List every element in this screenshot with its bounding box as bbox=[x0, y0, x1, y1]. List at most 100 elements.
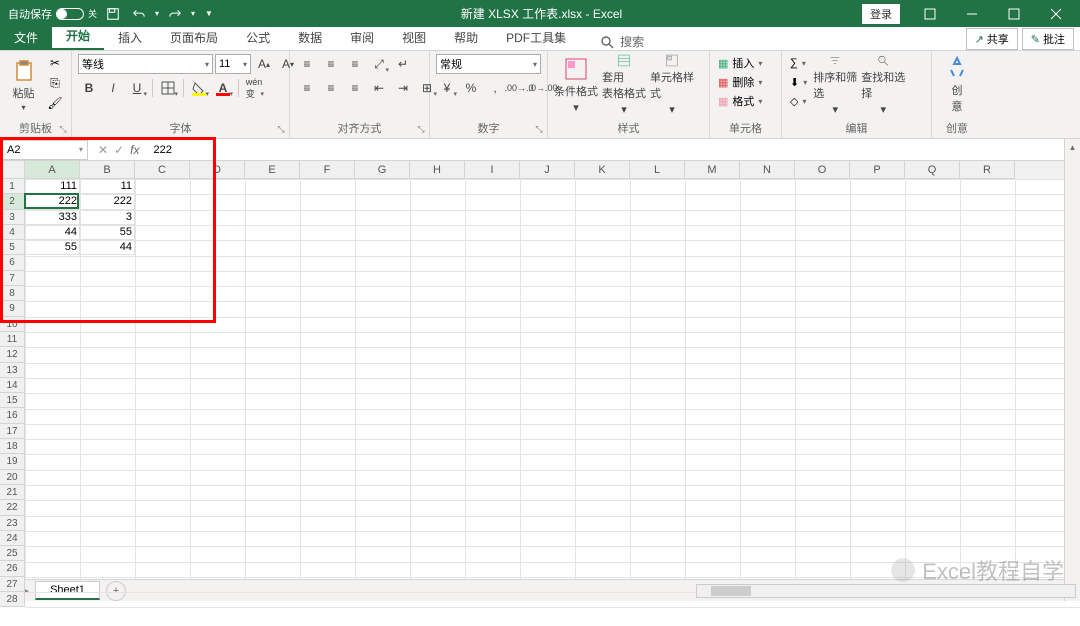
row-header[interactable]: 20 bbox=[0, 470, 25, 485]
delete-cells-button[interactable]: ▦删除▾ bbox=[716, 73, 764, 91]
find-select-button[interactable]: 查找和选择▾ bbox=[861, 54, 905, 116]
row-header[interactable]: 21 bbox=[0, 485, 25, 500]
cut-icon[interactable]: ✂ bbox=[45, 54, 65, 72]
column-header[interactable]: F bbox=[300, 161, 355, 179]
copy-icon[interactable]: ⎘ bbox=[45, 74, 65, 92]
row-header[interactable]: 23 bbox=[0, 516, 25, 531]
autosave-toggle[interactable]: 自动保存 关 bbox=[8, 6, 97, 22]
undo-icon[interactable] bbox=[129, 4, 149, 24]
column-header[interactable]: M bbox=[685, 161, 740, 179]
format-table-button[interactable]: 套用 表格格式▾ bbox=[602, 54, 646, 116]
cell[interactable]: 55 bbox=[25, 240, 80, 255]
tab-review[interactable]: 审阅 bbox=[336, 25, 388, 50]
column-header[interactable]: C bbox=[135, 161, 190, 179]
row-header[interactable]: 14 bbox=[0, 378, 25, 393]
cell-styles-button[interactable]: 单元格样式▾ bbox=[650, 54, 694, 116]
fill-color-icon[interactable] bbox=[188, 78, 210, 98]
font-size-combo[interactable]: 11▾ bbox=[215, 54, 251, 74]
vertical-scrollbar[interactable]: ▴ bbox=[1064, 139, 1080, 601]
cell[interactable]: 44 bbox=[80, 240, 135, 255]
row-header[interactable]: 17 bbox=[0, 424, 25, 439]
row-header[interactable]: 22 bbox=[0, 500, 25, 515]
row-header[interactable]: 11 bbox=[0, 332, 25, 347]
comments-button[interactable]: ✎批注 bbox=[1022, 28, 1074, 50]
row-header[interactable]: 5 bbox=[0, 240, 25, 255]
column-header[interactable]: G bbox=[355, 161, 410, 179]
column-header[interactable]: B bbox=[80, 161, 135, 179]
clipboard-launcher-icon[interactable]: ⤡ bbox=[57, 124, 69, 136]
cell[interactable]: 11 bbox=[80, 179, 135, 194]
minimize-icon[interactable] bbox=[952, 0, 992, 27]
increase-decimal-icon[interactable]: .00→.0 bbox=[508, 78, 530, 98]
paste-button[interactable]: 粘贴▾ bbox=[6, 54, 41, 116]
tab-view[interactable]: 视图 bbox=[388, 25, 440, 50]
spreadsheet-grid[interactable]: ABCDEFGHIJKLMNOPQR 123456789101112131415… bbox=[0, 161, 1080, 579]
cell[interactable]: 222 bbox=[25, 194, 80, 209]
tab-formulas[interactable]: 公式 bbox=[232, 25, 284, 50]
save-icon[interactable] bbox=[103, 4, 123, 24]
select-all-corner[interactable] bbox=[0, 161, 25, 179]
row-header[interactable]: 28 bbox=[0, 592, 25, 607]
tab-pdf[interactable]: PDF工具集 bbox=[492, 25, 580, 50]
insert-cells-button[interactable]: ▦插入▾ bbox=[716, 54, 764, 72]
row-header[interactable]: 8 bbox=[0, 286, 25, 301]
column-header[interactable]: J bbox=[520, 161, 575, 179]
font-name-combo[interactable]: 等线▾ bbox=[78, 54, 213, 74]
tab-home[interactable]: 开始 bbox=[52, 23, 104, 50]
fx-icon[interactable]: fx bbox=[130, 143, 139, 157]
search-box[interactable]: 搜索 bbox=[600, 33, 644, 50]
column-header[interactable]: N bbox=[740, 161, 795, 179]
maximize-icon[interactable] bbox=[994, 0, 1034, 27]
formula-input[interactable]: 222 bbox=[147, 144, 1080, 156]
cell[interactable]: 333 bbox=[25, 210, 80, 225]
ideas-button[interactable]: 创 意 bbox=[938, 54, 976, 116]
column-header[interactable]: Q bbox=[905, 161, 960, 179]
column-header[interactable]: P bbox=[850, 161, 905, 179]
cancel-formula-icon[interactable]: ✕ bbox=[98, 143, 108, 157]
borders-icon[interactable] bbox=[157, 78, 179, 98]
orientation-icon[interactable]: ⤢ bbox=[368, 54, 390, 74]
italic-button[interactable]: I bbox=[102, 78, 124, 98]
row-header[interactable]: 7 bbox=[0, 271, 25, 286]
login-button[interactable]: 登录 bbox=[862, 4, 900, 24]
align-center-icon[interactable]: ≡ bbox=[320, 78, 342, 98]
cell[interactable]: 44 bbox=[25, 225, 80, 240]
font-color-icon[interactable]: A bbox=[212, 78, 234, 98]
align-launcher-icon[interactable]: ⤡ bbox=[415, 124, 427, 136]
phonetic-icon[interactable]: wén变 bbox=[243, 78, 265, 98]
enter-formula-icon[interactable]: ✓ bbox=[114, 143, 124, 157]
share-button[interactable]: ↗共享 bbox=[966, 28, 1018, 50]
format-painter-icon[interactable]: 🖌 bbox=[45, 94, 65, 112]
bold-button[interactable]: B bbox=[78, 78, 100, 98]
row-header[interactable]: 12 bbox=[0, 347, 25, 362]
align-middle-icon[interactable]: ≡ bbox=[320, 54, 342, 74]
cell[interactable]: 111 bbox=[25, 179, 80, 194]
row-header[interactable]: 4 bbox=[0, 225, 25, 240]
close-icon[interactable] bbox=[1036, 0, 1076, 27]
wrap-text-icon[interactable]: ↵ bbox=[392, 54, 414, 74]
row-header[interactable]: 16 bbox=[0, 408, 25, 423]
column-header[interactable]: D bbox=[190, 161, 245, 179]
number-launcher-icon[interactable]: ⤡ bbox=[533, 124, 545, 136]
name-box[interactable]: A2▾ bbox=[2, 140, 88, 160]
row-header[interactable]: 3 bbox=[0, 210, 25, 225]
column-header[interactable]: E bbox=[245, 161, 300, 179]
clear-icon[interactable]: ◇ ▾ bbox=[788, 92, 809, 110]
format-cells-button[interactable]: ▦格式▾ bbox=[716, 92, 764, 110]
fill-icon[interactable]: ⬇ ▾ bbox=[788, 73, 809, 91]
column-header[interactable]: A bbox=[25, 161, 80, 179]
row-header[interactable]: 18 bbox=[0, 439, 25, 454]
tab-layout[interactable]: 页面布局 bbox=[156, 25, 232, 50]
number-format-combo[interactable]: 常规▾ bbox=[436, 54, 541, 74]
comma-icon[interactable]: , bbox=[484, 78, 506, 98]
row-header[interactable]: 13 bbox=[0, 363, 25, 378]
align-left-icon[interactable]: ≡ bbox=[296, 78, 318, 98]
conditional-format-button[interactable]: 条件格式▾ bbox=[554, 54, 598, 116]
row-header[interactable]: 6 bbox=[0, 255, 25, 270]
cell[interactable]: 55 bbox=[80, 225, 135, 240]
row-header[interactable]: 15 bbox=[0, 393, 25, 408]
underline-button[interactable]: U bbox=[126, 78, 148, 98]
cell[interactable]: 222 bbox=[80, 194, 135, 209]
column-header[interactable]: I bbox=[465, 161, 520, 179]
align-top-icon[interactable]: ≡ bbox=[296, 54, 318, 74]
